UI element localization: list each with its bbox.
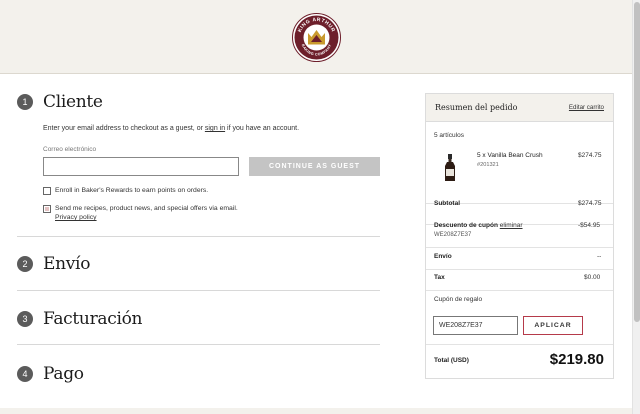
bottle-icon: [444, 154, 456, 182]
discount-value: -$54.95: [578, 222, 601, 229]
shipping-label: Envío: [434, 253, 452, 260]
continue-as-guest-button[interactable]: CONTINUE AS GUEST: [249, 157, 380, 176]
guest-intro-text: Enter your email address to checkout as …: [43, 125, 300, 132]
tax-label: Tax: [434, 274, 445, 281]
divider: [426, 344, 613, 345]
remove-coupon-link[interactable]: eliminar: [500, 222, 523, 229]
step-number: 4: [17, 366, 33, 382]
gift-coupon-label: Cupón de regalo: [434, 296, 483, 303]
divider: [17, 344, 380, 345]
item-price: $274.75: [578, 152, 602, 159]
edit-cart-link[interactable]: Editar carrito: [569, 104, 604, 111]
order-summary-title: Resumen del pedido: [435, 103, 518, 112]
step-title: Facturación: [43, 309, 143, 329]
total-value: $219.80: [549, 351, 604, 368]
page-scrollbar[interactable]: [632, 0, 640, 414]
privacy-policy-link[interactable]: Privacy policy: [55, 214, 238, 221]
shipping-value: --: [597, 253, 602, 260]
subtotal-value: $274.75: [578, 200, 602, 207]
divider: [426, 247, 613, 248]
newsletter-option[interactable]: Send me recipes, product news, and speci…: [43, 205, 238, 221]
divider: [426, 290, 613, 291]
discount-row: Descuento de cupón eliminar: [434, 222, 523, 229]
step-number: 3: [17, 311, 33, 327]
step-number: 2: [17, 256, 33, 272]
divider: [426, 269, 613, 270]
step-number: 1: [17, 94, 33, 110]
rewards-label: Enroll in Baker's Rewards to earn points…: [55, 187, 209, 194]
newsletter-label: Send me recipes, product news, and speci…: [55, 205, 238, 212]
footer-strip: [0, 408, 632, 414]
gift-coupon-input[interactable]: WE208Z7E37: [433, 316, 518, 335]
discount-code: WE208Z7E37: [434, 232, 472, 238]
tax-value: $0.00: [584, 274, 601, 281]
divider: [17, 290, 380, 291]
step-title: Cliente: [43, 92, 103, 112]
email-field[interactable]: [43, 157, 239, 176]
item-count: 5 artículos: [434, 132, 464, 139]
scrollbar-thumb[interactable]: [634, 2, 640, 322]
divider: [17, 236, 380, 237]
step-customer: 1 Cliente: [17, 92, 103, 112]
item-sku: #201321: [477, 162, 499, 168]
rewards-checkbox[interactable]: [43, 187, 51, 195]
step-shipping: 2 Envío: [17, 254, 90, 274]
order-summary-header: Resumen del pedido Editar carrito: [426, 94, 613, 122]
king-arthur-logo[interactable]: KING ARTHUR BAKING COMPANY: [292, 13, 341, 62]
newsletter-checkbox[interactable]: [43, 205, 51, 213]
total-label: Total (USD): [434, 357, 469, 364]
discount-label: Descuento de cupón: [434, 222, 498, 229]
apply-coupon-button[interactable]: APLICAR: [523, 316, 583, 335]
step-title: Envío: [43, 254, 91, 274]
step-billing: 3 Facturación: [17, 309, 142, 329]
item-name: 5 x Vanilla Bean Crush: [477, 152, 543, 159]
header-bar: KING ARTHUR BAKING COMPANY: [0, 0, 632, 74]
step-payment: 4 Pago: [17, 364, 84, 384]
rewards-option[interactable]: Enroll in Baker's Rewards to earn points…: [43, 187, 208, 195]
step-title: Pago: [43, 364, 84, 384]
email-label: Correo electrónico: [43, 146, 97, 153]
subtotal-label: Subtotal: [434, 200, 460, 207]
sign-in-link[interactable]: sign in: [205, 125, 225, 132]
